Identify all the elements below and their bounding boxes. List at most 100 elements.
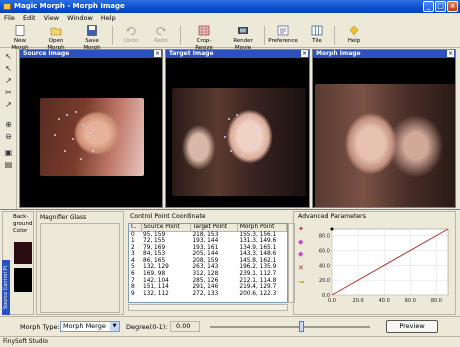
table-row[interactable]: 9 132, 112 272, 133 200.6, 122.3 [129, 291, 287, 298]
degree-slider-track[interactable] [210, 326, 370, 328]
table-row[interactable]: 8 151, 114 291, 146 219.4, 129.7 [129, 284, 287, 291]
control-point[interactable] [64, 150, 66, 152]
advanced-parameters-panel: Advanced Parameters ✦ ◆ ◆ ✕ ↝ 0.0 20.0 40.… [293, 211, 456, 315]
morph-type-select[interactable]: Morph Merge ▼ [60, 321, 120, 332]
curve-tool-icon[interactable]: ✦ [298, 225, 304, 233]
table-row[interactable]: 7 142, 104 285, 126 212.1, 114.8 [129, 278, 287, 285]
control-point[interactable] [82, 124, 84, 126]
control-point-table: I.. Source Point Target Point Morph Poin… [128, 223, 288, 303]
control-point[interactable] [92, 150, 94, 152]
source-canvas[interactable] [20, 58, 162, 207]
save-morph-button[interactable]: Save Morph [76, 24, 108, 52]
menu-view[interactable]: View [44, 14, 59, 22]
table-row[interactable]: 4 86, 165 208, 159 145.8, 162.1 [129, 258, 287, 265]
cell-target: 193, 161 [192, 244, 219, 251]
chevron-down-icon[interactable]: ▼ [110, 322, 119, 331]
cell-source: 132, 112 [143, 290, 169, 297]
menu-window[interactable]: Window [67, 14, 93, 22]
fit-view-icon[interactable]: ▣ [3, 148, 14, 158]
help-button[interactable]: Help [344, 24, 364, 45]
add-point-tool-icon[interactable]: ↖ [3, 64, 14, 74]
table-row[interactable]: 6 169, 98 312, 128 239.1, 112.7 [129, 271, 287, 278]
control-point[interactable] [90, 132, 92, 134]
control-point[interactable] [254, 144, 256, 146]
warp-tool-icon[interactable]: ✕ [298, 264, 304, 272]
table-row[interactable]: 0 95, 159 218, 153 155.3, 156.1 [129, 231, 287, 238]
col-morph-point[interactable]: Morph Point [237, 224, 287, 232]
tile-button[interactable]: Tile [306, 24, 328, 45]
select-tool-icon[interactable]: ↗ [3, 100, 14, 110]
minimize-button[interactable]: _ [423, 1, 434, 12]
control-point[interactable] [230, 150, 232, 152]
cell-source: 86, 165 [143, 257, 166, 264]
menu-edit[interactable]: Edit [23, 14, 36, 22]
close-button[interactable]: × [447, 1, 458, 12]
zoom-in-icon[interactable]: ⊕ [3, 120, 14, 130]
degree-value: 0.00 [176, 322, 191, 330]
redo-button[interactable]: Redo [150, 24, 172, 45]
timing-tool-icon[interactable]: ↝ [298, 278, 304, 286]
help-icon [349, 25, 359, 36]
morph-close-icon[interactable]: × [447, 50, 454, 57]
chart-y-tick: 20.0 [319, 278, 330, 284]
chart-x-tick: 20.0 [353, 298, 364, 304]
col-source-point[interactable]: Source Point [141, 224, 191, 232]
title-bar: Magic Morph - Morph Image _ □ × [0, 0, 460, 13]
table-hscrollbar[interactable] [128, 304, 288, 311]
control-point[interactable] [256, 128, 258, 130]
control-point[interactable] [54, 134, 56, 136]
bg-color-swatch-1[interactable] [14, 242, 32, 264]
control-point[interactable] [242, 154, 244, 156]
control-point[interactable] [75, 111, 77, 113]
blend-tool-icon[interactable]: ◆ [298, 250, 303, 258]
control-point[interactable] [58, 118, 60, 120]
crop-resize-button[interactable]: Crop-Resize [188, 24, 220, 52]
control-point[interactable] [228, 118, 230, 120]
control-point[interactable] [224, 136, 226, 138]
menu-file[interactable]: File [4, 14, 15, 22]
target-close-icon[interactable]: × [301, 50, 308, 57]
move-point-tool-icon[interactable]: ↗ [3, 76, 14, 86]
new-morph-button[interactable]: New Morph [6, 24, 34, 52]
control-point[interactable] [72, 138, 74, 140]
window-title: Magic Morph - Morph Image [14, 2, 125, 10]
table-row[interactable]: 1 72, 155 193, 144 131.3, 149.6 [129, 238, 287, 245]
pointer-tool-icon[interactable]: ↖ [3, 52, 14, 62]
menu-bar: File Edit View Window Help [0, 13, 460, 23]
actual-size-icon[interactable]: ▤ [3, 160, 14, 170]
menu-help[interactable]: Help [101, 14, 116, 22]
morph-curve-chart[interactable]: 0.020.040.060.080.00.0 20.0 40.0 60.0 80.0 [310, 221, 454, 313]
cell-source: 142, 104 [143, 277, 169, 284]
delete-point-tool-icon[interactable]: ✂ [3, 88, 14, 98]
cell-index: 8 [131, 284, 135, 291]
col-index[interactable]: I.. [129, 224, 142, 232]
maximize-button[interactable]: □ [435, 1, 446, 12]
target-canvas[interactable] [166, 58, 309, 207]
degree-field[interactable]: 0.00 [170, 321, 200, 332]
source-close-icon[interactable]: × [154, 50, 161, 57]
control-point[interactable] [80, 158, 82, 160]
table-row[interactable]: 5 132, 129 263, 143 196.2, 135.9 [129, 264, 287, 271]
undo-button[interactable]: Undo [120, 24, 142, 45]
color-tool-icon[interactable]: ◆ [298, 238, 303, 246]
status-company: FinySoft Studio [3, 338, 48, 345]
preview-button[interactable]: Preview [386, 320, 438, 333]
col-target-point[interactable]: Target Point [190, 224, 238, 232]
table-row[interactable]: 2 79, 169 193, 161 134.9, 165.1 [129, 245, 287, 252]
control-point[interactable] [248, 116, 250, 118]
preference-button[interactable]: Preference [268, 24, 298, 45]
morph-canvas [313, 58, 455, 207]
degree-slider-thumb[interactable] [299, 321, 305, 332]
bg-color-swatch-2[interactable] [14, 268, 32, 292]
table-row[interactable]: 3 84, 153 205, 144 143.3, 148.6 [129, 251, 287, 258]
source-control-tab[interactable]: Source Control Pt [2, 260, 10, 315]
cell-target: 218, 153 [192, 231, 219, 238]
status-bar: FinySoft Studio [0, 336, 460, 346]
cell-target: 208, 159 [192, 257, 219, 264]
cell-index: 2 [131, 244, 135, 251]
control-point[interactable] [236, 114, 238, 116]
zoom-out-icon[interactable]: ⊖ [3, 132, 14, 142]
open-morph-button[interactable]: Open Morph [40, 24, 72, 52]
control-point[interactable] [66, 114, 68, 116]
render-movie-button[interactable]: Render Movie [226, 24, 260, 52]
